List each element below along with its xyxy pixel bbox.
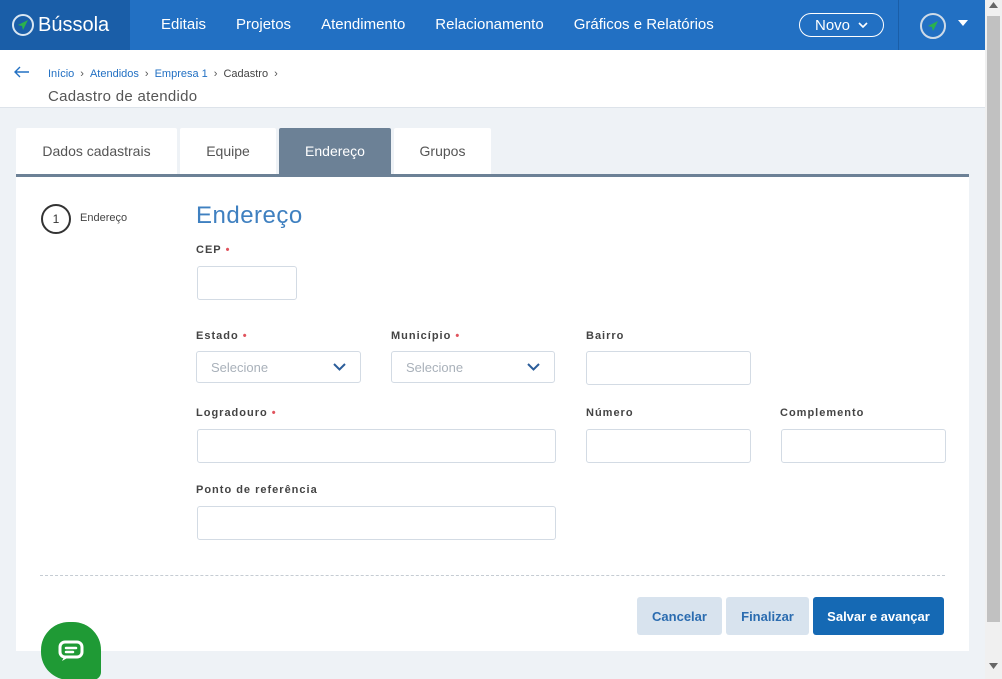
municipio-placeholder: Selecione <box>406 359 464 375</box>
compass-icon <box>12 14 34 36</box>
main-nav: Editais Projetos Atendimento Relacioname… <box>146 0 729 50</box>
bairro-input[interactable] <box>586 351 751 385</box>
estado-placeholder: Selecione <box>211 359 269 375</box>
nav-divider <box>898 0 899 50</box>
page-title: Cadastro de atendido <box>48 88 198 105</box>
save-and-next-button[interactable]: Salvar e avançar <box>813 597 944 635</box>
tab-grupos[interactable]: Grupos <box>394 128 491 174</box>
estado-select[interactable]: Selecione <box>196 351 361 383</box>
scroll-down-arrow[interactable] <box>985 663 1002 675</box>
nav-item-editais[interactable]: Editais <box>146 0 221 50</box>
new-button[interactable]: Novo <box>799 13 884 37</box>
form-card: 1 Endereço Endereço CEP • Estado • Selecio… <box>16 177 969 651</box>
cep-input[interactable] <box>197 266 297 300</box>
complemento-label: Complemento <box>780 407 865 419</box>
brand-logo[interactable]: Bússola <box>0 0 130 50</box>
scroll-thumb[interactable] <box>987 16 1000 622</box>
back-arrow-icon[interactable] <box>14 66 30 78</box>
numero-label: Número <box>586 407 634 419</box>
logradouro-label: Logradouro • <box>196 407 277 419</box>
caret-down-icon[interactable] <box>957 19 969 27</box>
estado-label: Estado • <box>196 330 248 342</box>
nav-item-atendimento[interactable]: Atendimento <box>306 0 420 50</box>
breadcrumb-empresa[interactable]: Empresa 1 <box>155 68 208 80</box>
municipio-select[interactable]: Selecione <box>391 351 555 383</box>
page-scrollbar[interactable] <box>985 0 1002 679</box>
chevron-down-icon <box>333 363 346 371</box>
tab-bar: Dados cadastrais Equipe Endereço Grupos <box>16 128 491 174</box>
new-button-label: Novo <box>814 16 851 34</box>
page-header: Início › Atendidos › Empresa 1 › Cadastr… <box>0 50 985 108</box>
breadcrumb-separator: › <box>274 68 278 80</box>
top-navbar: Bússola Editais Projetos Atendimento Rel… <box>0 0 985 50</box>
scroll-up-arrow[interactable] <box>985 2 1002 14</box>
user-avatar[interactable] <box>920 13 946 39</box>
logradouro-input[interactable] <box>197 429 556 463</box>
chat-button[interactable] <box>41 622 101 679</box>
complemento-input[interactable] <box>781 429 946 463</box>
compass-icon <box>928 21 938 31</box>
breadcrumb-separator: › <box>213 68 218 80</box>
nav-item-projetos[interactable]: Projetos <box>221 0 306 50</box>
numero-input[interactable] <box>586 429 751 463</box>
bairro-label: Bairro <box>586 330 625 342</box>
nav-item-graficos[interactable]: Gráficos e Relatórios <box>559 0 729 50</box>
referencia-input[interactable] <box>197 506 556 540</box>
nav-item-relacionamento[interactable]: Relacionamento <box>420 0 558 50</box>
breadcrumb-atendidos[interactable]: Atendidos <box>90 68 139 80</box>
tab-dados-cadastrais[interactable]: Dados cadastrais <box>16 128 177 174</box>
tab-equipe[interactable]: Equipe <box>180 128 276 174</box>
tab-endereco[interactable]: Endereço <box>279 128 391 174</box>
breadcrumb-separator: › <box>80 68 84 80</box>
form-divider <box>40 575 945 576</box>
cancel-button[interactable]: Cancelar <box>637 597 722 635</box>
chevron-down-icon <box>858 22 868 28</box>
breadcrumb-inicio[interactable]: Início <box>48 68 74 80</box>
municipio-label: Município • <box>391 330 461 342</box>
brand-name: Bússola <box>38 13 110 36</box>
step-number: 1 <box>41 204 71 234</box>
referencia-label: Ponto de referência <box>196 484 318 496</box>
step-label: Endereço <box>80 212 128 224</box>
chevron-down-icon <box>527 363 540 371</box>
section-title: Endereço <box>196 202 303 229</box>
breadcrumb: Início › Atendidos › Empresa 1 › Cadastr… <box>48 68 278 80</box>
breadcrumb-cadastro: Cadastro <box>223 68 269 80</box>
finish-button[interactable]: Finalizar <box>726 597 809 635</box>
cep-label: CEP • <box>196 244 231 256</box>
breadcrumb-separator: › <box>144 68 149 80</box>
chat-icon <box>58 640 84 661</box>
